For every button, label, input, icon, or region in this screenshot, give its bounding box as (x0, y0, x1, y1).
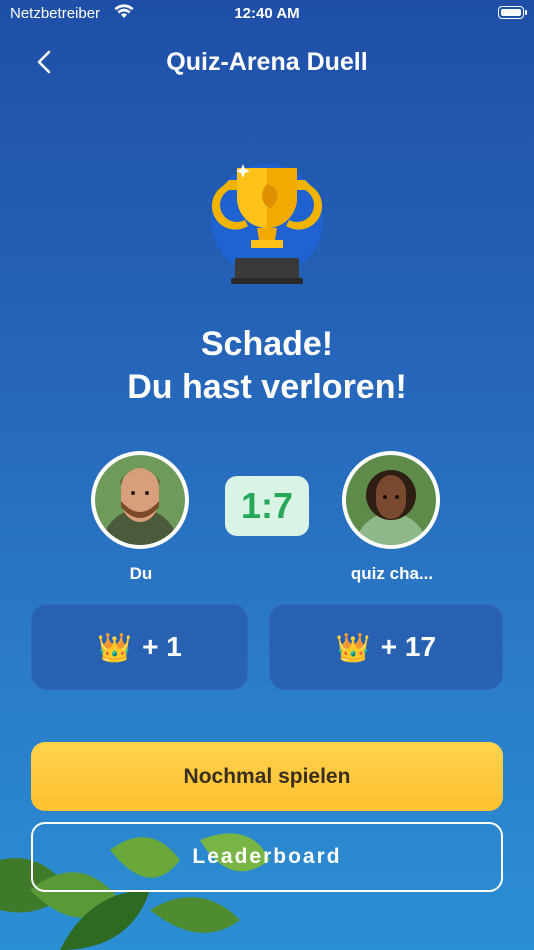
avatar-opponent (342, 451, 440, 549)
crown-icon: 👑 (97, 631, 133, 663)
reward-card-left: 👑 + 1 (31, 604, 248, 690)
player-name-left: Du (129, 564, 153, 583)
result-line-1: Schade! (200, 325, 334, 363)
clock: 12:40 AM (234, 5, 300, 22)
trophy-icon (211, 164, 323, 284)
battery-icon (498, 6, 527, 19)
leaderboard-button[interactable]: Leaderboard (31, 822, 503, 892)
result-line-2: Du hast verloren! (127, 368, 407, 406)
status-bar: Netzbetreiber 12:40 AM (0, 0, 534, 28)
reward-card-right: 👑 + 17 (269, 604, 503, 690)
reward-amount-right: + 17 (380, 631, 437, 662)
avatar-player (91, 451, 189, 549)
reward-amount-left: + 1 (142, 631, 182, 662)
score-display: 1:7 (225, 476, 309, 536)
result-headline: Schade! Du hast verloren! (0, 323, 534, 409)
player-name-right: quiz cha... (350, 564, 434, 583)
page-title: Quiz-Arena Duell (166, 48, 368, 76)
crown-icon: 👑 (335, 631, 371, 663)
play-again-button[interactable]: Nochmal spielen (31, 742, 503, 811)
